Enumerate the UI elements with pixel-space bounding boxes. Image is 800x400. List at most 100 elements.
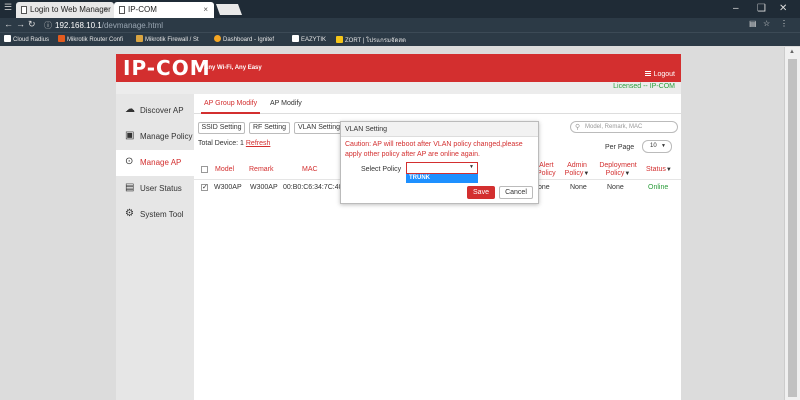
reload-icon[interactable]: ↻ <box>28 19 36 30</box>
mikrotik-icon <box>136 35 143 42</box>
total-devices: Total Device: 1 Refresh <box>198 140 271 147</box>
restore-icon[interactable]: ❑ <box>757 3 766 14</box>
bookmark-zort[interactable]: ZORT | โปรแกรมจัดสต <box>336 35 406 45</box>
search-input[interactable]: ⚲ Model, Remark, MAC <box>570 121 678 133</box>
forward-icon[interactable]: → <box>16 19 25 29</box>
page-scrollbar[interactable]: ▲ <box>784 47 800 400</box>
bookmark-dashboard[interactable]: Dashboard - Ignitef <box>214 35 274 43</box>
sidebar-item-label: System Tool <box>140 210 184 219</box>
vlan-setting-button[interactable]: VLAN Setting <box>294 122 344 134</box>
save-button[interactable]: Save <box>467 186 495 199</box>
app-header: IP-COM Any Wi-Fi, Any Easy Logout <box>116 54 681 82</box>
minimize-icon[interactable]: – <box>733 3 739 14</box>
gear-icon: ⚙ <box>125 208 134 219</box>
tagline: Any Wi-Fi, Any Easy <box>204 65 262 71</box>
cancel-button[interactable]: Cancel <box>499 186 533 199</box>
translate-icon[interactable]: ▤ <box>749 19 757 28</box>
cell-mac: 00:B0:C6:34:7C:40 <box>283 184 343 191</box>
browser-more-icon[interactable]: ⋮ <box>780 19 788 28</box>
caret-down-icon: ▼ <box>661 143 666 149</box>
window-close-icon[interactable]: ✕ <box>779 3 787 14</box>
sidebar-item-manage-policy[interactable]: ▣ Manage Policy <box>116 124 194 150</box>
browser-tab-ipcom[interactable]: IP-COM × <box>114 2 214 18</box>
sidebar-item-label: Manage AP <box>140 158 182 167</box>
caution-message: Caution: AP will reboot after VLAN polic… <box>345 141 523 158</box>
sidebar-item-label: User Status <box>140 184 182 193</box>
close-icon[interactable]: × <box>103 2 108 18</box>
per-page-label: Per Page <box>605 144 635 151</box>
bookmark-cloud-radius[interactable]: Cloud Radius <box>4 35 49 43</box>
per-page-select[interactable]: 10 ▼ <box>642 140 672 153</box>
page-viewport: IP-COM Any Wi-Fi, Any Easy Logout Licens… <box>0 47 784 400</box>
tab-title: Login to Web Manager <box>30 5 111 14</box>
browser-tab-login[interactable]: Login to Web Manager × <box>16 2 114 18</box>
scroll-thumb[interactable] <box>788 59 797 397</box>
cell-alert-policy: one <box>538 184 550 191</box>
vlan-setting-dialog: VLAN Setting Caution: AP will reboot aft… <box>340 121 539 204</box>
menu-icon <box>644 71 651 76</box>
license-status: Licensed -- IP-COM <box>613 83 675 90</box>
col-mac[interactable]: MAC <box>302 166 318 174</box>
satellite-icon: ☁ <box>125 104 135 115</box>
sidebar-item-user-status[interactable]: ▤ User Status <box>116 176 194 202</box>
page-icon <box>21 6 27 14</box>
sidebar: ☁ Discover AP ▣ Manage Policy ⊙ Manage A… <box>116 94 194 400</box>
select-policy-label: Select Policy <box>361 166 402 173</box>
sidebar-item-label: Manage Policy <box>140 132 193 141</box>
rf-setting-button[interactable]: RF Setting <box>249 122 290 134</box>
briefcase-icon: ▣ <box>125 130 135 141</box>
scroll-up-icon[interactable]: ▲ <box>789 49 795 55</box>
dialog-title: VLAN Setting <box>341 122 538 137</box>
page-icon <box>119 6 125 14</box>
sidebar-item-label: Discover AP <box>140 106 184 115</box>
logo: IP-COM <box>123 56 211 80</box>
col-status[interactable]: Status▼ <box>646 166 672 174</box>
cell-admin-policy: None <box>570 184 587 191</box>
sidebar-item-system-tool[interactable]: ⚙ System Tool <box>116 202 194 228</box>
col-model[interactable]: Model <box>215 166 234 174</box>
policy-option-trunk[interactable]: TRUNK <box>406 174 478 183</box>
tab-ap-modify[interactable]: AP Modify <box>270 100 302 107</box>
search-icon: ⚲ <box>575 124 581 131</box>
close-icon[interactable]: × <box>203 2 208 18</box>
bookmark-eazytik[interactable]: EAZYTIK <box>292 35 326 43</box>
mikrotik-icon <box>58 35 65 42</box>
bookmark-mikrotik-router[interactable]: Mikrotik Router Confi <box>58 35 123 43</box>
cell-status: Online <box>648 184 669 191</box>
back-icon[interactable]: ← <box>4 19 13 29</box>
col-deployment-policy[interactable]: Deployment Policy▼ <box>597 162 639 178</box>
browser-menu-icon[interactable]: ☰ <box>4 2 12 13</box>
select-policy-dropdown[interactable]: ▼ <box>406 162 478 174</box>
sidebar-item-discover-ap[interactable]: ☁ Discover AP <box>116 98 194 124</box>
col-admin-policy[interactable]: Admin Policy▼ <box>564 162 590 178</box>
col-remark[interactable]: Remark <box>249 166 274 174</box>
tab-ap-group-modify[interactable]: AP Group Modify <box>200 100 261 114</box>
page-icon <box>292 35 299 42</box>
sidebar-item-manage-ap[interactable]: ⊙ Manage AP <box>116 150 194 176</box>
logout-link[interactable]: Logout <box>644 71 675 78</box>
refresh-link[interactable]: Refresh <box>246 140 271 147</box>
col-alert-policy[interactable]: Alert Policy <box>537 162 556 178</box>
sort-icon: ▼ <box>665 167 672 173</box>
cell-deployment-policy: None <box>607 184 624 191</box>
bookmarks-bar: Cloud Radius Mikrotik Router Confi Mikro… <box>0 32 800 46</box>
info-icon[interactable]: ⓘ <box>44 21 52 30</box>
flame-icon <box>214 35 221 42</box>
bookmark-mikrotik-firewall[interactable]: Mikrotik Firewall / St <box>136 35 199 43</box>
bookmark-star-icon[interactable]: ☆ <box>763 19 770 28</box>
cell-model: W300AP <box>214 184 242 191</box>
page-icon <box>4 35 11 42</box>
new-tab-button[interactable] <box>215 4 243 15</box>
select-all-checkbox[interactable] <box>201 166 208 173</box>
main-tabs: AP Group Modify AP Modify <box>194 94 681 114</box>
wifi-icon: ⊙ <box>125 156 134 167</box>
url-host: 192.168.10.1 <box>55 21 102 30</box>
row-checkbox[interactable] <box>201 183 208 191</box>
tab-title: IP-COM <box>128 5 157 14</box>
monitor-icon: ▤ <box>125 182 135 193</box>
search-placeholder: Model, Remark, MAC <box>585 124 643 130</box>
url-field[interactable]: ⓘ 192.168.10.1/devmanage.html <box>44 20 163 31</box>
caret-down-icon: ▼ <box>469 164 474 170</box>
ssid-setting-button[interactable]: SSID Setting <box>198 122 245 134</box>
license-bar: Licensed -- IP-COM <box>116 82 681 94</box>
